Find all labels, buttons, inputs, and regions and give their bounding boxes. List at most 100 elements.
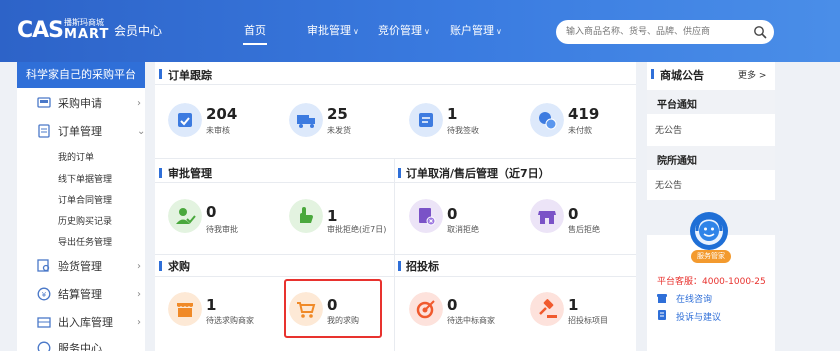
platform-notice-empty: 无公告 — [655, 126, 683, 136]
approve-user-icon[interactable] — [168, 199, 202, 233]
notice-more-link[interactable]: 更多 > — [738, 68, 766, 81]
cancel-doc-icon[interactable] — [409, 199, 443, 233]
sidebar-item-label: 采购申请 — [58, 97, 102, 110]
document-icon — [38, 124, 50, 138]
yen-coin-icon: ¥ — [37, 287, 51, 301]
chevron-down-icon: ∨ — [496, 27, 502, 36]
sidebar-sub-export[interactable]: 导出任务管理 — [58, 235, 112, 248]
sidebar-item-purchase-request[interactable]: 采购申请 › — [17, 93, 145, 113]
section-marker — [159, 69, 162, 79]
pending-review-icon[interactable] — [168, 103, 202, 137]
sidebar-sub-history[interactable]: 历史购买记录 — [58, 214, 112, 227]
phone-icon — [657, 294, 667, 303]
sidebar-item-label: 结算管理 — [58, 288, 102, 301]
chevron-down-icon: ∨ — [353, 27, 359, 36]
sidebar-item-label: 出入库管理 — [58, 316, 113, 329]
stat-num-to-sign[interactable]: 1 — [447, 105, 457, 123]
stat-num-to-approve[interactable]: 0 — [206, 203, 216, 221]
cart-icon — [37, 97, 51, 108]
sign-receipt-icon[interactable] — [409, 103, 443, 137]
stat-label-not-shipped: 未发货 — [327, 126, 351, 135]
service-icon — [37, 341, 51, 351]
section-title-order-tracking: 订单跟踪 — [168, 69, 212, 82]
stat-label-to-approve: 待我审批 — [206, 225, 238, 234]
top-header: CAS 播斯玛商城 MART 会员中心 首页 审批管理 ∨ 竞价管理 ∨ 账户管理 ∨ — [0, 0, 840, 62]
chevron-right-icon: › — [137, 288, 141, 300]
shop-awning-icon[interactable] — [168, 292, 202, 326]
divider — [155, 84, 636, 85]
search-box — [556, 20, 774, 44]
divider — [155, 254, 636, 255]
sidebar-item-inspection[interactable]: 验货管理 › — [17, 256, 145, 276]
chevron-right-icon: › — [137, 260, 141, 272]
hand-reject-icon[interactable] — [289, 199, 323, 233]
warehouse-icon — [37, 317, 51, 328]
section-marker — [398, 168, 401, 178]
sidebar-item-service[interactable]: 服务中心 — [17, 338, 145, 351]
sidebar-sub-my-orders[interactable]: 我的订单 — [58, 150, 94, 163]
stat-label-approval-rejected: 审批拒绝(近7日) — [327, 225, 387, 234]
store-icon[interactable] — [530, 199, 564, 233]
nav-approval[interactable]: 审批管理 ∨ — [307, 22, 359, 38]
stat-label-bidding-projects: 招投标项目 — [568, 316, 608, 325]
section-marker — [159, 168, 162, 178]
platform-notice-tab[interactable]: 平台通知 — [647, 90, 775, 114]
stat-num-aftersale-rejected[interactable]: 0 — [568, 205, 578, 223]
notice-title: 商城公告 — [660, 69, 704, 82]
truck-icon[interactable] — [289, 103, 323, 137]
hotline-text: 平台客服：4000-1000-25 — [657, 277, 766, 287]
service-badge: 服务管家 — [691, 250, 731, 263]
stat-num-cancel-rejected[interactable]: 0 — [447, 205, 457, 223]
stat-label-unpaid: 未付款 — [568, 126, 592, 135]
divider — [155, 276, 636, 277]
svg-text:¥: ¥ — [42, 291, 47, 299]
section-title-purchase: 求购 — [168, 260, 190, 273]
stat-label-pending-review: 未审核 — [206, 126, 230, 135]
search-input[interactable] — [566, 24, 746, 40]
stat-label-aftersale-rejected: 售后拒绝 — [568, 225, 600, 234]
section-title-bidding: 招投标 — [406, 260, 439, 273]
stat-num-approval-rejected[interactable]: 1 — [327, 207, 337, 225]
online-consult-link[interactable]: 在线咨询 — [676, 292, 712, 305]
logo-sub-text: MART — [64, 27, 110, 42]
sidebar-item-order-management[interactable]: 订单管理 ⌄ — [17, 121, 145, 141]
section-title-cancel-aftersale: 订单取消/售后管理（近7日） — [406, 167, 550, 180]
section-title-approval: 审批管理 — [168, 167, 212, 180]
sidebar-sub-offline-docs[interactable]: 线下单据管理 — [58, 172, 112, 185]
nav-bidding[interactable]: 竞价管理 ∨ — [378, 22, 430, 38]
sidebar-sub-contracts[interactable]: 订单合同管理 — [58, 193, 112, 206]
sidebar-item-label: 订单管理 — [58, 125, 102, 138]
stat-num-select-supplier[interactable]: 1 — [206, 296, 216, 314]
chevron-down-icon: ∨ — [424, 27, 430, 36]
unpaid-coins-icon[interactable] — [530, 103, 564, 137]
section-marker — [159, 261, 162, 271]
section-marker — [398, 261, 401, 271]
gavel-icon[interactable] — [530, 292, 564, 326]
school-notice-label: 院所通知 — [657, 156, 697, 167]
nav-account[interactable]: 账户管理 ∨ — [450, 22, 502, 38]
chevron-down-icon: ⌄ — [137, 125, 146, 137]
stat-num-not-shipped[interactable]: 25 — [327, 105, 348, 123]
stat-num-unpaid[interactable]: 419 — [568, 105, 599, 123]
nav-home[interactable]: 首页 — [243, 22, 267, 45]
platform-notice-label: 平台通知 — [657, 100, 697, 111]
stat-num-pending-review[interactable]: 204 — [206, 105, 237, 123]
chevron-right-icon: › — [137, 97, 141, 109]
complaint-link[interactable]: 投诉与建议 — [676, 310, 721, 323]
target-icon[interactable] — [409, 292, 443, 326]
logo-text: CAS — [17, 17, 64, 43]
casmart-logo[interactable]: CAS 播斯玛商城 MART — [17, 16, 109, 44]
school-notice-tab[interactable]: 院所通知 — [647, 146, 775, 170]
section-marker — [651, 69, 654, 79]
stat-num-select-winner[interactable]: 0 — [447, 296, 457, 314]
stat-num-bidding-projects[interactable]: 1 — [568, 296, 578, 314]
school-notice-empty: 无公告 — [655, 181, 683, 191]
logo-cn-text: 播斯玛商城 — [64, 18, 105, 27]
member-center-label: 会员中心 — [114, 24, 163, 38]
chevron-right-icon: › — [137, 316, 141, 328]
sidebar-item-warehouse[interactable]: 出入库管理 › — [17, 312, 145, 332]
stat-label-select-winner: 待选中标商家 — [447, 316, 495, 325]
search-icon[interactable] — [753, 25, 767, 39]
sidebar-item-settlement[interactable]: ¥ 结算管理 › — [17, 284, 145, 304]
stat-label-cancel-rejected: 取消拒绝 — [447, 225, 479, 234]
